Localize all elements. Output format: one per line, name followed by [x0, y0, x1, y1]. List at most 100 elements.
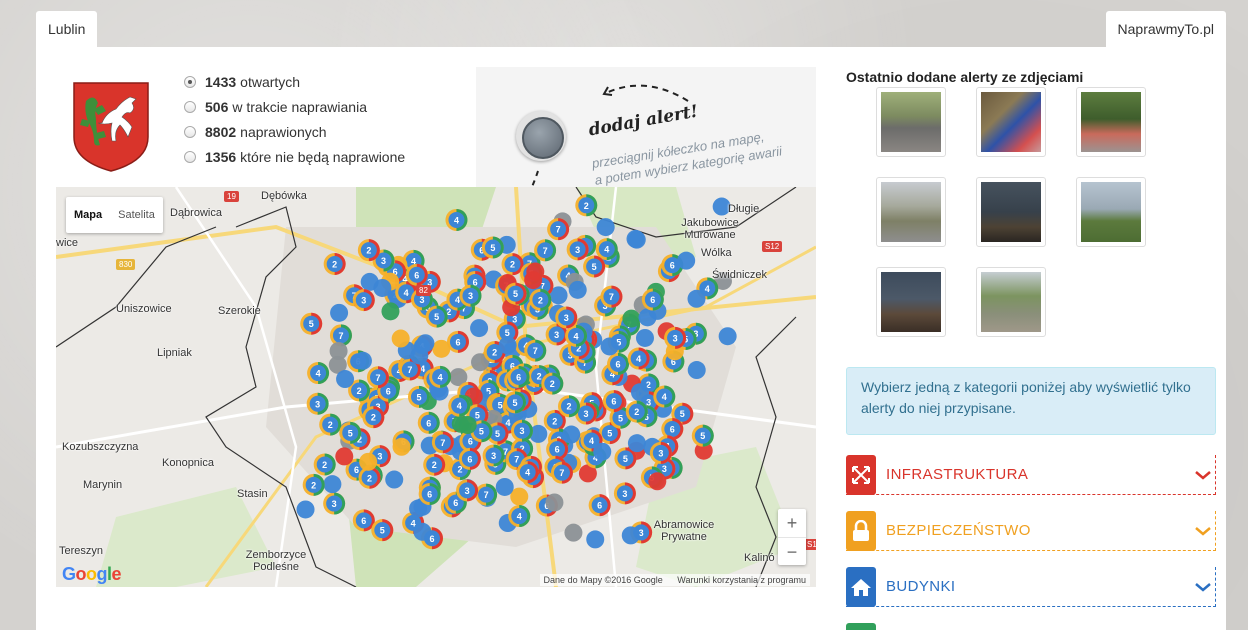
alert-cluster-marker[interactable]: 4 [627, 347, 650, 370]
alert-cluster-marker[interactable]: 6 [641, 288, 664, 311]
alert-cluster-marker[interactable] [381, 302, 400, 321]
alert-cluster-marker[interactable]: 2 [357, 239, 380, 262]
alert-cluster-marker[interactable] [413, 522, 432, 541]
alert-cluster-marker[interactable]: 4 [508, 505, 531, 528]
alert-cluster-marker[interactable]: 5 [408, 385, 431, 408]
alert-cluster-marker[interactable] [373, 278, 392, 297]
alert-cluster-marker[interactable]: 2 [625, 400, 648, 423]
alert-cluster-marker[interactable] [635, 328, 654, 347]
alert-cluster-marker[interactable]: 5 [504, 282, 527, 305]
alert-cluster-marker[interactable] [627, 434, 646, 453]
alert-cluster-marker[interactable]: 3 [613, 482, 636, 505]
alert-cluster-marker[interactable]: 3 [306, 392, 329, 415]
alert-cluster-marker[interactable] [638, 308, 657, 327]
alert-cluster-marker[interactable] [621, 526, 640, 545]
alert-cluster-marker[interactable]: 2 [302, 473, 325, 496]
alert-cluster-marker[interactable]: 4 [653, 385, 676, 408]
zoom-out-button[interactable]: − [778, 537, 806, 565]
alert-cluster-marker[interactable] [524, 271, 543, 290]
alert-cluster-marker[interactable] [391, 329, 410, 348]
zoom-in-button[interactable]: + [778, 509, 806, 537]
alert-cluster-marker[interactable] [335, 447, 354, 466]
alert-cluster-marker[interactable]: 3 [352, 289, 375, 312]
radio-fixed[interactable] [184, 125, 196, 138]
alert-cluster-marker[interactable] [626, 229, 645, 248]
alert-cluster-marker[interactable]: 2 [313, 453, 336, 476]
alert-cluster-marker[interactable]: 2 [362, 406, 385, 429]
alert-cluster-marker[interactable] [562, 425, 581, 444]
alert-cluster-marker[interactable] [329, 341, 348, 360]
map-terms-link[interactable]: Warunki korzystania z programu [677, 575, 806, 585]
alert-cluster-marker[interactable]: 6 [588, 494, 611, 517]
alert-cluster-marker[interactable]: 2 [557, 395, 580, 418]
alert-cluster-marker[interactable] [687, 289, 706, 308]
alert-cluster-marker[interactable]: 7 [534, 239, 557, 262]
alert-cluster-marker[interactable] [687, 361, 706, 380]
alert-cluster-marker[interactable] [392, 437, 411, 456]
alert-cluster-marker[interactable]: 7 [366, 366, 389, 389]
alert-cluster-marker[interactable] [593, 442, 612, 461]
alert-cluster-marker[interactable]: 2 [423, 453, 446, 476]
alert-cluster-marker[interactable]: 3 [649, 441, 672, 464]
tab-naprawmyto[interactable]: NaprawmyTo.pl [1105, 11, 1226, 47]
alert-cluster-marker[interactable] [330, 303, 349, 322]
alert-cluster-marker[interactable]: 3 [482, 444, 505, 467]
alert-cluster-marker[interactable]: 5 [583, 255, 606, 278]
map-type-satellite-button[interactable]: Satelita [110, 197, 163, 233]
radio-wont-fix[interactable] [184, 150, 196, 163]
alert-cluster-marker[interactable]: 6 [418, 483, 441, 506]
alert-cluster-marker[interactable]: 7 [550, 461, 573, 484]
alert-cluster-marker[interactable]: 7 [431, 431, 454, 454]
alert-cluster-marker[interactable]: 2 [529, 288, 552, 311]
map-type-map-button[interactable]: Mapa [66, 197, 110, 233]
alert-cluster-marker[interactable]: 3 [510, 419, 533, 442]
alert-cluster-marker[interactable]: 3 [323, 492, 346, 515]
alert-cluster-marker[interactable] [296, 500, 315, 519]
alert-thumbnail[interactable] [876, 87, 946, 157]
alert-cluster-marker[interactable] [586, 530, 605, 549]
alert-cluster-marker[interactable]: 6 [507, 365, 530, 388]
alert-cluster-marker[interactable]: 4 [448, 394, 471, 417]
alert-cluster-marker[interactable] [718, 327, 737, 346]
category-bezpieczenstwo[interactable]: BEZPIECZEŃSTWO [846, 510, 1216, 551]
alert-cluster-marker[interactable] [359, 452, 378, 471]
alert-cluster-marker[interactable] [385, 470, 404, 489]
alert-thumbnail[interactable] [876, 267, 946, 337]
alert-cluster-marker[interactable] [564, 523, 583, 542]
alert-cluster-marker[interactable]: 2 [501, 253, 524, 276]
alert-cluster-marker[interactable]: 7 [475, 483, 498, 506]
alert-thumbnail[interactable] [1076, 177, 1146, 247]
alert-cluster-marker[interactable] [568, 280, 587, 299]
status-open[interactable]: 1433 otwartych [184, 69, 405, 94]
alert-cluster-marker[interactable] [458, 416, 477, 435]
add-alert-drag-handle[interactable] [516, 111, 566, 161]
alert-cluster-marker[interactable] [323, 475, 342, 494]
alert-cluster-marker[interactable]: 2 [323, 252, 346, 275]
alert-cluster-marker[interactable]: 5 [504, 391, 527, 414]
alert-cluster-marker[interactable] [596, 218, 615, 237]
alert-cluster-marker[interactable] [648, 472, 667, 491]
alert-cluster-marker[interactable]: 2 [541, 372, 564, 395]
status-fixed[interactable]: 8802 naprawionych [184, 119, 405, 144]
alert-cluster-marker[interactable]: 6 [405, 263, 428, 286]
tab-lublin[interactable]: Lublin [36, 11, 98, 47]
alert-cluster-marker[interactable] [353, 351, 372, 370]
alert-cluster-marker[interactable]: 7 [600, 285, 623, 308]
alert-cluster-marker[interactable]: 2 [319, 413, 342, 436]
alert-thumbnail[interactable] [976, 267, 1046, 337]
alert-cluster-marker[interactable]: 5 [481, 236, 504, 259]
alert-cluster-marker[interactable] [600, 337, 619, 356]
alert-cluster-marker[interactable]: 4 [429, 365, 452, 388]
alert-cluster-marker[interactable]: 2 [575, 194, 598, 217]
alert-cluster-marker[interactable]: 5 [339, 421, 362, 444]
category-infrastruktura[interactable]: INFRASTRUKTURA [846, 454, 1216, 495]
alert-cluster-marker[interactable] [470, 319, 489, 338]
alert-cluster-marker[interactable]: 7 [524, 339, 547, 362]
alert-thumbnail[interactable] [976, 177, 1046, 247]
alert-cluster-marker[interactable]: 5 [691, 424, 714, 447]
alerts-map[interactable]: 7237445777623675562526243265227277774553… [56, 187, 816, 587]
alert-cluster-marker[interactable] [410, 346, 429, 365]
alert-cluster-marker[interactable]: 5 [371, 519, 394, 542]
alert-thumbnail[interactable] [976, 87, 1046, 157]
alert-cluster-marker[interactable] [498, 336, 517, 355]
